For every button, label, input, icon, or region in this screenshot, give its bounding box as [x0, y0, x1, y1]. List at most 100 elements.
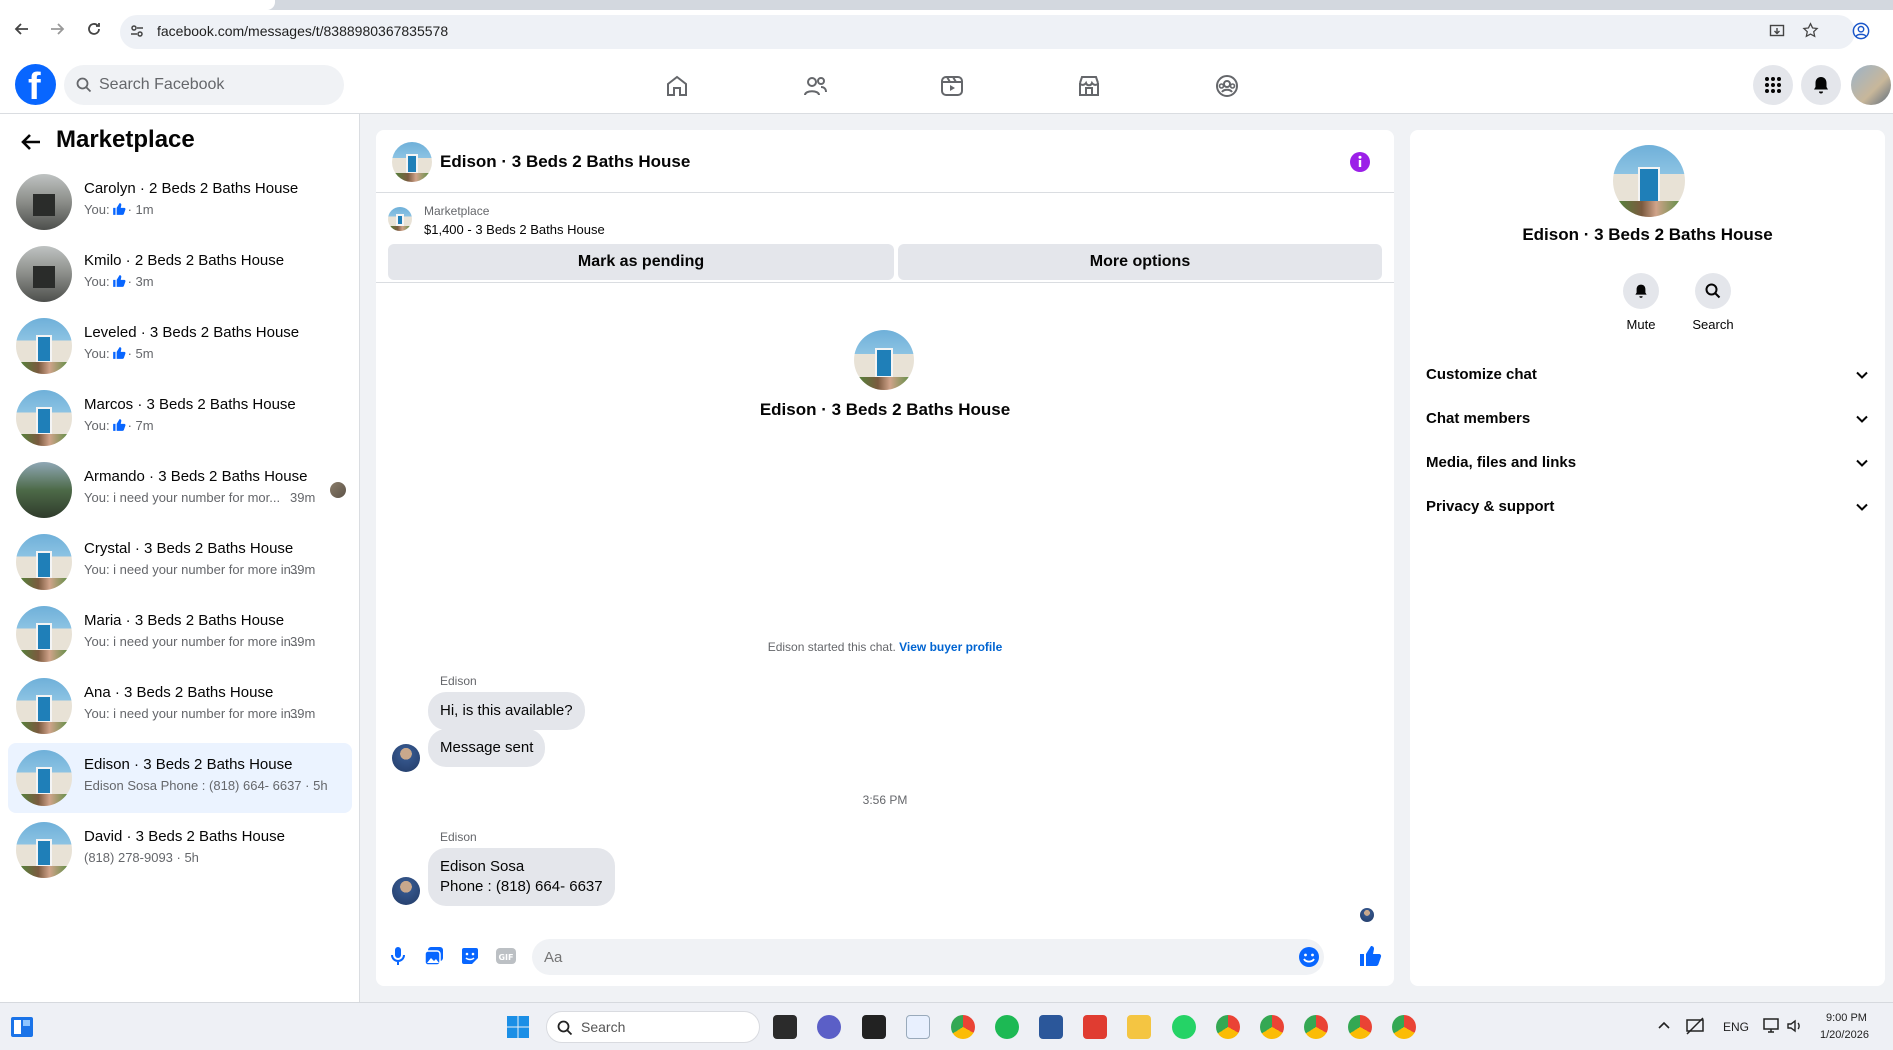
chrome-profile-icon[interactable]: [1348, 1015, 1372, 1039]
conversation-name: Leveled · 3 Beds 2 Baths House: [84, 324, 300, 341]
mark-as-pending-button[interactable]: Mark as pending: [388, 244, 894, 280]
chrome-profile-icon[interactable]: [1304, 1015, 1328, 1039]
teams-icon[interactable]: [817, 1015, 841, 1039]
conversation-preview: You: i need your number for more in...: [84, 562, 302, 577]
conversation-name: Maria · 3 Beds 2 Baths House: [84, 612, 285, 629]
chrome-icon[interactable]: [951, 1015, 975, 1039]
details-section[interactable]: Privacy & support: [1426, 488, 1869, 528]
listing-label: Marketplace: [424, 204, 490, 218]
sender-avatar[interactable]: [392, 744, 420, 772]
intro-avatar[interactable]: [854, 330, 914, 390]
more-options-button[interactable]: More options: [898, 244, 1382, 280]
chat-avatar[interactable]: [392, 142, 432, 182]
whatsapp-icon[interactable]: [1172, 1015, 1196, 1039]
listing-thumbnail[interactable]: [388, 207, 412, 231]
info-icon[interactable]: [1349, 151, 1371, 173]
conversation-item[interactable]: Armando · 3 Beds 2 Baths House You: i nee…: [8, 455, 352, 525]
widgets-icon[interactable]: [10, 1015, 34, 1039]
network-offline-icon[interactable]: [1685, 1016, 1705, 1036]
active-tab[interactable]: [0, 0, 275, 10]
word-icon[interactable]: [1039, 1015, 1063, 1039]
conversation-item[interactable]: Ana · 3 Beds 2 Baths House You: i need yo…: [8, 671, 352, 741]
chevron-down-icon: [1855, 368, 1869, 382]
chat-title[interactable]: Edison · 3 Beds 2 Baths House: [440, 152, 690, 172]
emoji-icon[interactable]: [1298, 946, 1320, 968]
preview-time: · 7m: [127, 418, 154, 433]
conversation-item[interactable]: Leveled · 3 Beds 2 Baths House You: · 5m: [8, 311, 352, 381]
display-icon[interactable]: [1762, 1016, 1782, 1036]
show-hidden-icons-chevron-icon[interactable]: [1655, 1017, 1673, 1035]
conversation-item[interactable]: David · 3 Beds 2 Baths House (818) 278-90…: [8, 815, 352, 885]
account-avatar[interactable]: [1851, 65, 1891, 105]
conversation-preview: You: · 7m: [84, 418, 154, 433]
message-line: Phone : (818) 664- 6637: [440, 878, 603, 895]
details-section[interactable]: Customize chat: [1426, 356, 1869, 396]
chrome-profile-icon[interactable]: [1260, 1015, 1284, 1039]
back-arrow-icon[interactable]: [20, 132, 42, 152]
conversation-item[interactable]: Maria · 3 Beds 2 Baths House You: i need …: [8, 599, 352, 669]
taskbar-search[interactable]: Search: [546, 1011, 760, 1043]
conversation-item[interactable]: Kmilo · 2 Beds 2 Baths House You: · 3m: [8, 239, 352, 309]
snipping-tool-icon[interactable]: [906, 1015, 930, 1039]
message-bubble[interactable]: Edison Sosa Phone : (818) 664- 6637: [428, 848, 615, 906]
view-buyer-profile-link[interactable]: View buyer profile: [899, 640, 1002, 654]
conversation-item[interactable]: Marcos · 3 Beds 2 Baths House You: · 7m: [8, 383, 352, 453]
sticky-notes-icon[interactable]: [862, 1015, 886, 1039]
details-section[interactable]: Media, files and links: [1426, 444, 1869, 484]
search-in-chat-button[interactable]: Search: [1683, 273, 1743, 332]
volume-icon[interactable]: [1785, 1016, 1805, 1036]
conversation-item[interactable]: Carolyn · 2 Beds 2 Baths House You: · 1m: [8, 167, 352, 237]
anydesk-icon[interactable]: [1083, 1015, 1107, 1039]
menu-grid-icon[interactable]: [1753, 65, 1793, 105]
install-icon[interactable]: [1769, 23, 1785, 39]
details-avatar[interactable]: [1613, 145, 1685, 217]
groups-nav-icon[interactable]: [1172, 57, 1282, 114]
details-section[interactable]: Chat members: [1426, 400, 1869, 440]
clock-date[interactable]: 1/20/2026: [1820, 1029, 1869, 1041]
facebook-search-box[interactable]: Search Facebook: [64, 65, 344, 105]
facebook-logo[interactable]: f: [15, 64, 56, 108]
browser-profile-icon[interactable]: [1852, 22, 1870, 40]
conversation-item[interactable]: Crystal · 3 Beds 2 Baths House You: i nee…: [8, 527, 352, 597]
message-sender: Edison: [440, 674, 477, 688]
task-view-icon[interactable]: [773, 1015, 797, 1039]
chrome-profile-icon[interactable]: [1392, 1015, 1416, 1039]
preview-text: (818) 278-9093 · 5h: [84, 850, 199, 865]
reload-icon[interactable]: [83, 18, 105, 40]
chrome-profile-icon[interactable]: [1216, 1015, 1240, 1039]
language-indicator[interactable]: ENG: [1723, 1020, 1749, 1034]
photo-gallery-icon[interactable]: [422, 944, 446, 968]
chat-panel: Edison · 3 Beds 2 Baths House Marketplac…: [376, 130, 1394, 986]
windows-start-icon[interactable]: [506, 1015, 530, 1039]
url-text[interactable]: facebook.com/messages/t/8388980367835578: [157, 23, 448, 39]
friends-nav-icon[interactable]: [760, 57, 870, 114]
conversation-item[interactable]: Edison · 3 Beds 2 Baths House Edison Sosa…: [8, 743, 352, 813]
message-input[interactable]: [532, 939, 1324, 975]
listing-price[interactable]: $1,400 - 3 Beds 2 Baths House: [424, 222, 605, 237]
preview-text: You:: [84, 346, 110, 361]
mute-button[interactable]: Mute: [1611, 273, 1671, 332]
section-label: Privacy & support: [1426, 498, 1555, 515]
marketplace-nav-icon[interactable]: [1034, 57, 1144, 114]
message-bubble[interactable]: Hi, is this available?: [428, 692, 585, 730]
message-composer: GIF: [376, 930, 1394, 986]
windows-taskbar: Search ENG 9:00 PM 1/20/2026: [0, 1002, 1893, 1050]
forward-icon[interactable]: [46, 18, 68, 40]
spotify-icon[interactable]: [995, 1015, 1019, 1039]
bookmark-star-icon[interactable]: [1802, 22, 1819, 39]
clock-time[interactable]: 9:00 PM: [1826, 1012, 1867, 1024]
gif-icon[interactable]: GIF: [494, 944, 518, 968]
home-nav-icon[interactable]: [622, 57, 732, 114]
sender-avatar[interactable]: [392, 877, 420, 905]
message-bubble[interactable]: Message sent: [428, 729, 546, 767]
site-info-icon[interactable]: [129, 23, 145, 39]
microphone-icon[interactable]: [386, 944, 410, 968]
back-icon[interactable]: [11, 18, 33, 40]
sticker-icon[interactable]: [458, 944, 482, 968]
conversation-avatar: [16, 390, 72, 446]
video-nav-icon[interactable]: [897, 57, 1007, 114]
thumbs-up-icon[interactable]: [1358, 944, 1382, 968]
notifications-bell-icon[interactable]: [1801, 65, 1841, 105]
conversation-name: Armando · 3 Beds 2 Baths House: [84, 468, 308, 485]
file-explorer-icon[interactable]: [1127, 1015, 1151, 1039]
